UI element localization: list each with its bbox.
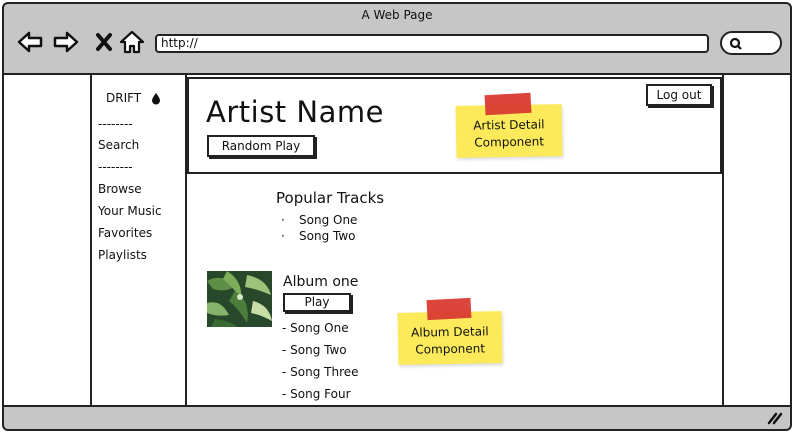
browser-window: A Web Page http:// DRIFT -------- Search… [2,2,792,431]
album-track[interactable]: - Song Four [282,387,351,401]
note-line: Component [474,134,545,150]
note-line: Artist Detail [473,117,545,133]
search-icon [729,37,742,50]
browser-search-box[interactable] [720,31,782,55]
album-cover-image[interactable] [207,271,272,327]
note-line: Component [415,341,486,357]
random-play-button[interactable]: Random Play [207,135,315,157]
logout-button[interactable]: Log out [646,84,712,106]
album-play-button[interactable]: Play [283,293,351,312]
sidebar-item-your-music[interactable]: Your Music [98,204,162,218]
tape-strip [484,92,532,116]
artist-name: Artist Name [206,95,384,129]
home-icon[interactable] [118,28,146,56]
sidebar-item-favorites[interactable]: Favorites [98,226,152,240]
status-bar [4,405,790,429]
album-track[interactable]: - Song One [282,321,349,335]
album-track[interactable]: - Song Two [282,343,347,357]
note-line: Album Detail [410,324,489,340]
browser-toolbar: http:// [4,24,790,74]
sidebar-divider: -------- [98,117,133,131]
album-detail-sticky-note: Album Detail Component [397,311,503,365]
sidebar: DRIFT -------- Search -------- Browse Yo… [90,75,187,405]
main-content: Artist Name Random Play Log out Artist D… [187,75,724,405]
popular-track[interactable]: Song Two [299,229,356,243]
sidebar-divider: -------- [98,160,133,174]
arrow-right-icon[interactable] [52,28,80,56]
track-bullet: · [281,229,285,243]
brand[interactable]: DRIFT [106,91,161,105]
artist-header: Artist Name Random Play Log out Artist D… [187,77,722,174]
sidebar-item-search[interactable]: Search [98,138,139,152]
album-title: Album one [283,274,359,290]
address-bar[interactable]: http:// [155,34,709,53]
drop-icon [152,92,161,104]
tape-strip [426,297,472,321]
arrow-left-icon[interactable] [16,28,44,56]
page-viewport: DRIFT -------- Search -------- Browse Yo… [4,73,790,407]
album-track[interactable]: - Song Three [282,365,359,379]
track-bullet: · [281,213,285,227]
close-icon[interactable] [90,28,118,56]
resize-grip-icon[interactable] [766,411,784,425]
sidebar-item-browse[interactable]: Browse [98,182,142,196]
brand-label: DRIFT [106,91,142,105]
popular-track[interactable]: Song One [299,213,357,227]
popular-tracks-title: Popular Tracks [276,189,385,207]
sidebar-item-playlists[interactable]: Playlists [98,248,147,262]
